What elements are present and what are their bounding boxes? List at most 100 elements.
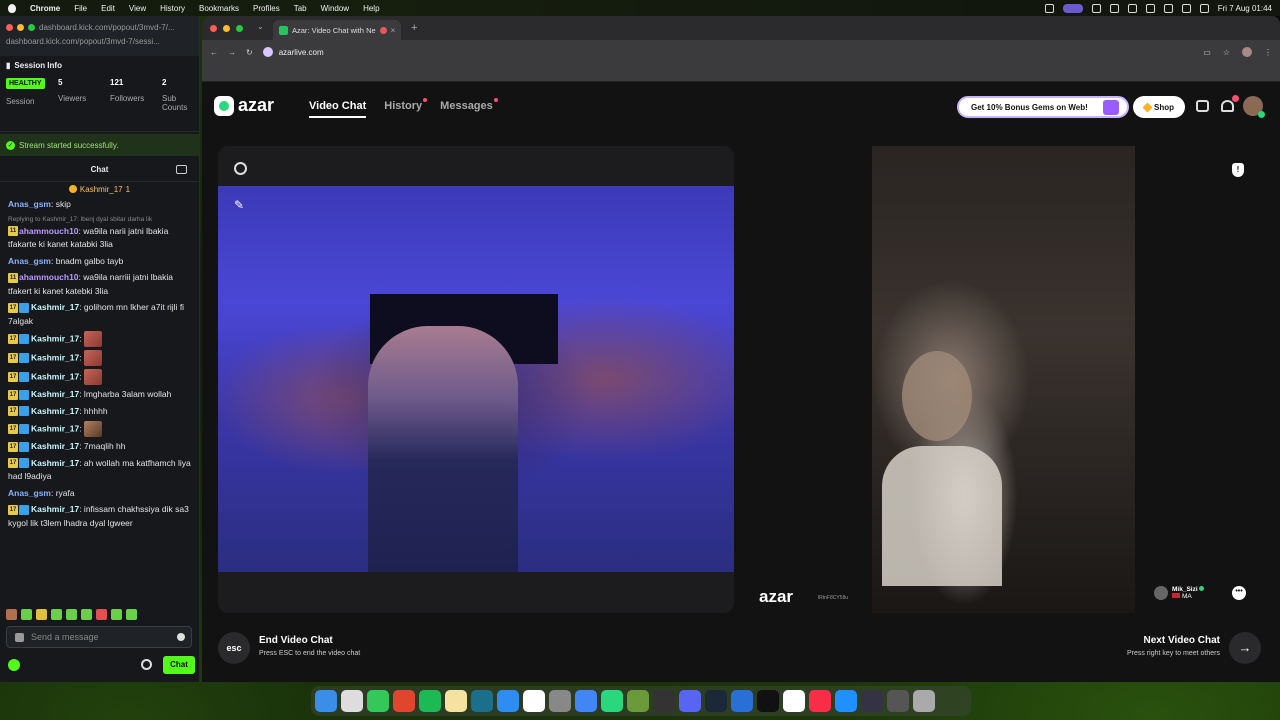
close-tab-icon[interactable]: ×	[391, 26, 396, 35]
chat-username[interactable]: Anas_gsm	[8, 488, 51, 498]
end-chat-button[interactable]: esc	[218, 632, 250, 664]
report-icon[interactable]: !	[1232, 163, 1244, 177]
notes-icon[interactable]	[445, 690, 467, 712]
spotify-icon[interactable]	[419, 690, 441, 712]
next-chat-button[interactable]: →	[1229, 632, 1261, 664]
chat-badge-icon[interactable]	[15, 633, 24, 642]
menu-file[interactable]: File	[74, 4, 87, 13]
more-options-icon[interactable]: •••	[1232, 586, 1246, 600]
chat-username[interactable]: Kashmir_17	[31, 352, 79, 362]
menu-view[interactable]: View	[129, 4, 146, 13]
bonus-gems-banner[interactable]: Get 10% Bonus Gems on Web!	[957, 96, 1129, 118]
close-window-icon[interactable]	[6, 23, 13, 31]
menu-edit[interactable]: Edit	[101, 4, 115, 13]
messages-app-icon[interactable]	[367, 690, 389, 712]
site-info-icon[interactable]	[262, 47, 273, 57]
inbox-icon[interactable]	[1196, 100, 1209, 112]
siri-icon[interactable]	[1199, 3, 1209, 13]
kick-logo-icon[interactable]	[8, 659, 20, 671]
user-settings-icon[interactable]	[176, 165, 187, 174]
address-bar[interactable]: azarlive.com	[262, 47, 324, 57]
app-store-icon[interactable]	[497, 690, 519, 712]
chat-send-button[interactable]: Chat	[163, 656, 195, 674]
emote-icon[interactable]	[66, 608, 77, 620]
bookmark-star-icon[interactable]: ☆	[1223, 48, 1230, 57]
bell-icon[interactable]	[1221, 100, 1234, 112]
forward-icon[interactable]: →	[228, 48, 236, 57]
music-icon[interactable]	[809, 690, 831, 712]
status-icon[interactable]	[1109, 3, 1119, 13]
tab-video-chat[interactable]: Video Chat	[309, 100, 367, 118]
clock[interactable]: Fri 7 Aug 01:44	[1218, 4, 1272, 13]
gear-icon[interactable]	[141, 659, 152, 670]
cast-icon[interactable]: ▭	[1203, 48, 1211, 57]
zoom-window-icon[interactable]	[236, 24, 243, 32]
obs-icon[interactable]	[861, 690, 883, 712]
emote-icon[interactable]	[111, 608, 122, 620]
chat-username[interactable]: Anas_gsm	[8, 199, 51, 209]
dropzone-icon[interactable]	[731, 690, 753, 712]
tiktok-icon[interactable]	[757, 690, 779, 712]
capcut-icon[interactable]	[783, 690, 805, 712]
back-icon[interactable]: ←	[210, 48, 218, 57]
emote-icon[interactable]	[21, 608, 32, 620]
status-icon[interactable]	[1044, 3, 1054, 13]
safari-icon[interactable]	[835, 690, 857, 712]
emote-icon[interactable]	[81, 608, 92, 620]
control-center-icon[interactable]	[1181, 3, 1191, 13]
reload-icon[interactable]: ↻	[246, 48, 253, 57]
menu-profiles[interactable]: Profiles	[253, 4, 280, 13]
shop-button[interactable]: Shop	[1133, 96, 1185, 118]
emote-icon[interactable]	[126, 608, 137, 620]
menu-history[interactable]: History	[160, 4, 185, 13]
minecraft-icon[interactable]	[627, 690, 649, 712]
menu-tab[interactable]: Tab	[294, 4, 307, 13]
emote-icon[interactable]	[36, 608, 47, 620]
tab-messages[interactable]: Messages	[440, 98, 498, 118]
azar-logo[interactable]: azar	[214, 95, 274, 116]
zoom-window-icon[interactable]	[28, 23, 35, 31]
expand-icon[interactable]	[234, 162, 247, 175]
chat-username[interactable]: Kashmir_17	[31, 371, 79, 381]
minimize-window-icon[interactable]	[223, 24, 230, 32]
send-message-input[interactable]: Send a message	[6, 626, 192, 648]
menu-app-name[interactable]: Chrome	[30, 4, 60, 13]
notion-icon[interactable]	[523, 690, 545, 712]
tab-history[interactable]: History	[384, 98, 428, 118]
popout-url[interactable]: dashboard.kick.com/popout/3mvd-7/sessi..…	[6, 37, 160, 46]
github-icon[interactable]	[653, 690, 675, 712]
emote-icon[interactable]	[96, 608, 107, 620]
chat-username[interactable]: Kashmir_17	[31, 389, 79, 399]
settings-app-icon[interactable]	[549, 690, 571, 712]
status-icon[interactable]	[1091, 3, 1101, 13]
status-icon[interactable]	[1127, 3, 1137, 13]
pinned-user[interactable]: Kashmir_17 1	[0, 182, 199, 196]
menu-kebab-icon[interactable]: ⋮	[1264, 48, 1272, 57]
peer-info[interactable]: Mik_Sizi MA	[1154, 586, 1205, 600]
user-avatar[interactable]	[1243, 96, 1265, 118]
wifi-icon[interactable]	[1145, 3, 1155, 13]
emote-icon[interactable]	[6, 608, 17, 620]
profile-avatar[interactable]	[1242, 47, 1252, 57]
facetime-icon[interactable]	[601, 690, 623, 712]
emote-icon[interactable]	[51, 608, 62, 620]
chat-username[interactable]: Kashmir_17	[31, 333, 79, 343]
menu-bookmarks[interactable]: Bookmarks	[199, 4, 239, 13]
finder-icon[interactable]	[315, 690, 337, 712]
chat-username[interactable]: Anas_gsm	[8, 256, 51, 266]
launchpad-icon[interactable]	[341, 690, 363, 712]
chat-username[interactable]: ahammouch10	[19, 226, 79, 236]
magic-wand-icon[interactable]: ✎	[234, 198, 247, 212]
recent-app-icon[interactable]	[887, 690, 909, 712]
chat-username[interactable]: Kashmir_17	[31, 504, 79, 514]
menu-help[interactable]: Help	[363, 4, 379, 13]
trash-icon[interactable]	[913, 690, 935, 712]
brave-icon[interactable]	[393, 690, 415, 712]
new-tab-icon[interactable]: +	[411, 22, 417, 34]
minimize-window-icon[interactable]	[17, 23, 24, 31]
tab-search-icon[interactable]: ⌄	[257, 22, 269, 34]
menu-window[interactable]: Window	[321, 4, 349, 13]
apple-icon[interactable]	[8, 3, 16, 13]
chat-username[interactable]: Kashmir_17	[31, 302, 79, 312]
close-window-icon[interactable]	[210, 24, 217, 32]
